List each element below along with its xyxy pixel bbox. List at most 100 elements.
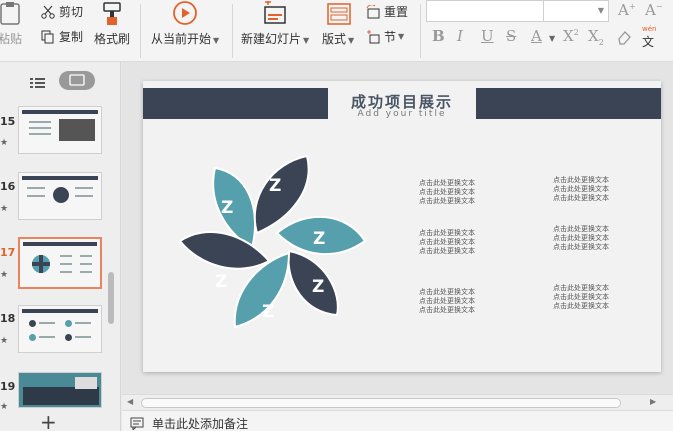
paste-label: 粘贴 xyxy=(0,32,23,46)
reset-icon xyxy=(366,3,380,19)
strikethrough-button[interactable]: S xyxy=(506,27,516,45)
from-current-label-wrap: 从当前开始 ▼ xyxy=(151,30,219,47)
placeholder-line: 点击此处更换文本 xyxy=(553,176,609,184)
pinyin-icon: 文 xyxy=(642,35,655,49)
star-icon: ★ xyxy=(0,402,9,412)
add-slide-button[interactable]: + xyxy=(40,410,57,431)
italic-button[interactable]: I xyxy=(457,27,463,45)
slide-thumbnail-18[interactable] xyxy=(18,305,102,353)
font-family-select[interactable] xyxy=(426,0,544,22)
reset-label: 重置 xyxy=(384,5,409,19)
text-placeholder[interactable]: 点击此处更换文本 点击此处更换文本 点击此处更换文本 xyxy=(419,288,475,315)
placeholder-line: 点击此处更换文本 xyxy=(553,243,609,251)
placeholder-line: 点击此处更换文本 xyxy=(419,306,475,314)
format-painter-button[interactable]: 格式刷 xyxy=(92,0,134,60)
new-slide-icon xyxy=(264,1,286,24)
paintbrush-icon xyxy=(103,2,121,25)
slide-thumbnail-15[interactable] xyxy=(18,106,102,154)
text-placeholder[interactable]: 点击此处更换文本 点击此处更换文本 点击此处更换文本 xyxy=(419,179,475,206)
slides-panel: 15 ★ 16 ★ 17 ★ 18 ★ 19 ★ + xyxy=(0,62,121,431)
placeholder-line: 点击此处更换文本 xyxy=(553,234,609,242)
slide-thumbnail-16[interactable] xyxy=(18,172,102,220)
copy-button[interactable]: 复制 xyxy=(41,28,83,45)
pinwheel-graphic: Z Z Z Z Z Z xyxy=(178,154,367,329)
font-shrink-button[interactable]: A− xyxy=(645,1,663,19)
paste-icon xyxy=(0,2,20,25)
placeholder-line: 点击此处更换文本 xyxy=(553,225,609,233)
scroll-left-icon[interactable]: ◀ xyxy=(127,397,133,406)
slide-number: 15 xyxy=(0,115,16,128)
format-painter-label: 格式刷 xyxy=(94,32,131,46)
petal-letter: Z xyxy=(269,176,281,196)
play-icon xyxy=(173,1,197,25)
placeholder-line: 点击此处更换文本 xyxy=(419,297,475,305)
from-current-button[interactable]: 从当前开始 ▼ xyxy=(148,0,224,60)
placeholder-line: 点击此处更换文本 xyxy=(419,238,475,246)
notes-bar[interactable]: 单击此处添加备注 xyxy=(122,410,673,431)
layout-label: 版式 xyxy=(322,32,347,46)
petal-6 xyxy=(178,230,271,270)
text-placeholder[interactable]: 点击此处更换文本 点击此处更换文本 点击此处更换文本 xyxy=(553,176,609,203)
slide-number: 16 xyxy=(0,180,16,193)
underline-button[interactable]: U xyxy=(481,27,494,45)
petal-letter: Z xyxy=(215,272,227,292)
bold-button[interactable]: B xyxy=(432,27,445,45)
section-label: 节 xyxy=(384,30,397,44)
subscript-button[interactable]: X2 xyxy=(588,27,604,47)
slide-number: 17 xyxy=(0,246,16,259)
scissors-icon xyxy=(41,5,55,19)
horizontal-scrollbar[interactable]: ◀ ▶ xyxy=(122,394,673,410)
chevron-down-icon: ▼ xyxy=(348,36,355,45)
chevron-down-icon: ▼ xyxy=(549,34,556,43)
text-placeholder[interactable]: 点击此处更换文本 点击此处更换文本 点击此处更换文本 xyxy=(419,229,475,256)
text-placeholder[interactable]: 点击此处更换文本 点击此处更换文本 点击此处更换文本 xyxy=(553,225,609,252)
star-icon: ★ xyxy=(0,138,9,148)
placeholder-line: 点击此处更换文本 xyxy=(553,302,609,310)
slide-canvas[interactable]: 成功项目展示 Add your title Z Z Z Z Z Z 点击此处更换… xyxy=(143,81,661,372)
notes-placeholder[interactable]: 单击此处添加备注 xyxy=(152,415,248,431)
placeholder-line: 点击此处更换文本 xyxy=(419,229,475,237)
layout-icon xyxy=(327,3,351,25)
pinyin-label: wén xyxy=(642,25,657,33)
petal-letter: Z xyxy=(312,277,324,297)
ribbon-divider xyxy=(420,4,421,58)
placeholder-line: 点击此处更换文本 xyxy=(419,197,475,205)
cut-button[interactable]: 剪切 xyxy=(41,3,83,20)
pinyin-button[interactable]: wén 文 xyxy=(640,25,670,49)
slide-subtitle[interactable]: Add your title xyxy=(143,109,661,119)
petal-letter: Z xyxy=(313,229,325,249)
font-color-button[interactable]: A xyxy=(531,27,542,45)
placeholder-line: 点击此处更换文本 xyxy=(553,185,609,193)
text-placeholder[interactable]: 点击此处更换文本 点击此处更换文本 点击此处更换文本 xyxy=(553,284,609,311)
font-size-select[interactable]: ▼ xyxy=(543,0,609,22)
slides-panel-scrollbar[interactable] xyxy=(108,272,114,324)
slide-thumbnail-19[interactable] xyxy=(18,372,102,408)
font-grow-button[interactable]: A+ xyxy=(618,1,636,19)
ribbon-toolbar: 粘贴 剪切 复制 格式刷 从当前开始 ▼ 新建幻灯片 ▼ 版式 ▼ 重置 节 ▼… xyxy=(0,0,673,62)
font-grow-label: A xyxy=(618,1,629,19)
reset-button[interactable]: 重置 xyxy=(366,3,408,20)
slide-thumbnail-17[interactable] xyxy=(18,237,102,289)
layout-button[interactable]: 版式 ▼ xyxy=(318,0,362,60)
placeholder-line: 点击此处更换文本 xyxy=(419,247,475,255)
thumbnail-view-icon[interactable] xyxy=(59,71,95,90)
new-slide-button[interactable]: 新建幻灯片 ▼ xyxy=(238,0,314,60)
placeholder-line: 点击此处更换文本 xyxy=(553,293,609,301)
horizontal-scrollbar-thumb[interactable] xyxy=(141,398,621,408)
petal-letter: Z xyxy=(221,198,233,218)
paste-button[interactable]: 粘贴 xyxy=(0,0,26,60)
chevron-down-icon: ▼ xyxy=(597,6,604,15)
chevron-down-icon: ▼ xyxy=(213,36,220,45)
ribbon-divider xyxy=(232,4,233,58)
ribbon-divider xyxy=(140,4,141,58)
placeholder-line: 点击此处更换文本 xyxy=(553,194,609,202)
new-slide-label: 新建幻灯片 xyxy=(241,32,302,46)
superscript-button[interactable]: X2 xyxy=(563,27,579,45)
notes-icon xyxy=(130,415,144,431)
eraser-icon[interactable] xyxy=(616,29,632,49)
chevron-down-icon: ▼ xyxy=(398,32,405,41)
list-view-icon[interactable] xyxy=(30,74,46,93)
section-button[interactable]: 节 ▼ xyxy=(366,28,404,45)
star-icon: ★ xyxy=(0,336,9,346)
scroll-right-icon[interactable]: ▶ xyxy=(650,397,656,406)
